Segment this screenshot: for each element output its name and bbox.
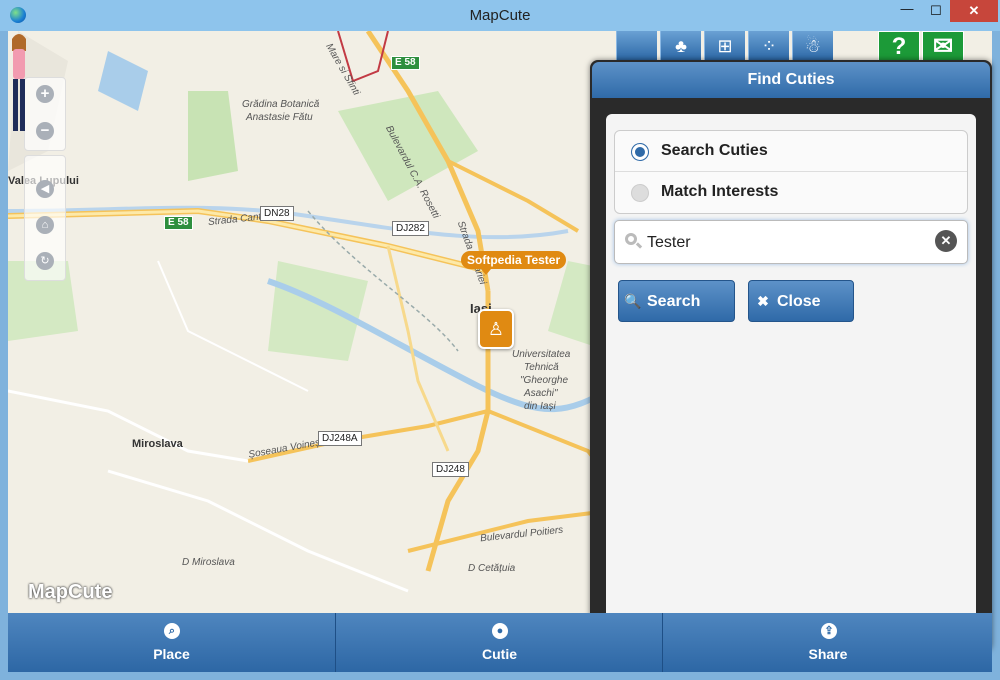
minimize-button[interactable]: — bbox=[890, 0, 924, 22]
road-shield-dn28: DN28 bbox=[260, 206, 294, 221]
close-icon: ✖ bbox=[757, 293, 769, 309]
zoom-in-button[interactable]: + bbox=[36, 85, 54, 103]
search-input[interactable] bbox=[645, 231, 929, 255]
radio-label: Search Cuties bbox=[661, 142, 768, 159]
panel-body: Search Cuties Match Interests ✕ 🔍 Search … bbox=[606, 114, 976, 630]
road-shield-e58-west: E 58 bbox=[164, 216, 193, 230]
android-icon[interactable]: ♣ bbox=[660, 31, 701, 61]
close-button-label: Close bbox=[777, 293, 821, 310]
map-label-univ5: din Iași bbox=[524, 401, 556, 412]
search-button[interactable]: 🔍 Search bbox=[618, 280, 735, 322]
share-icon: ⇪ bbox=[821, 623, 837, 639]
radio-label: Match Interests bbox=[661, 183, 779, 200]
map-label-gradina2: Anastasie Fătu bbox=[246, 112, 313, 123]
map-label-miroslava: Miroslava bbox=[132, 438, 183, 450]
cutie-marker-icon[interactable]: ♙ bbox=[478, 309, 514, 349]
map-label-gradina: Grădina Botanică bbox=[242, 99, 320, 110]
road-shield-dj282: DJ282 bbox=[392, 221, 429, 236]
blackberry-icon[interactable]: ⁘ bbox=[748, 31, 789, 61]
zoom-out-button[interactable]: − bbox=[36, 122, 54, 140]
window-frame-left bbox=[0, 31, 8, 680]
search-icon: 🔍 bbox=[624, 293, 642, 309]
window-title: MapCute bbox=[469, 7, 531, 24]
road-shield-dj248a: DJ248A bbox=[318, 431, 362, 446]
home-icon[interactable]: ⌂ bbox=[36, 216, 54, 234]
radio-match-interests[interactable]: Match Interests bbox=[615, 172, 967, 212]
cutie-person-icon: ● bbox=[492, 623, 508, 639]
search-icon bbox=[625, 233, 637, 245]
refresh-icon[interactable]: ↻ bbox=[36, 252, 54, 270]
window-frame-right bbox=[992, 31, 1000, 680]
road-shield-e58-north: E 58 bbox=[391, 56, 420, 70]
radio-selected-icon bbox=[631, 143, 649, 161]
tab-cutie[interactable]: ● Cutie bbox=[335, 613, 663, 672]
maximize-button[interactable]: ☐ bbox=[924, 0, 948, 22]
tab-label: Share bbox=[808, 646, 848, 662]
map-label-univ1: Universitatea bbox=[512, 349, 571, 360]
road-shield-dj248: DJ248 bbox=[432, 462, 469, 477]
find-cuties-panel: Find Cuties Search Cuties Match Interest… bbox=[590, 60, 992, 652]
mapcute-watermark: MapCute bbox=[28, 581, 113, 603]
search-field: ✕ bbox=[614, 220, 968, 264]
map-label-univ2: Tehnică bbox=[524, 362, 559, 373]
zoom-control: + − bbox=[24, 77, 66, 151]
search-button-label: Search bbox=[647, 293, 701, 310]
close-button[interactable]: ✕ bbox=[950, 0, 998, 22]
tab-share[interactable]: ⇪ Share bbox=[662, 613, 993, 672]
cutie-avatar-icon[interactable] bbox=[8, 31, 30, 136]
map-label-d-miroslava: D Miroslava bbox=[182, 557, 235, 568]
tab-label: Place bbox=[153, 646, 190, 662]
place-search-icon: ⌕ bbox=[164, 623, 180, 639]
tab-label: Cutie bbox=[482, 646, 517, 662]
panel-title: Find Cuties bbox=[592, 62, 990, 98]
bottom-tab-bar: ⌕ Place ● Cutie ⇪ Share bbox=[8, 613, 992, 672]
radio-search-cuties[interactable]: Search Cuties bbox=[615, 131, 967, 172]
title-bar: MapCute — ☐ ✕ bbox=[0, 0, 1000, 31]
windows-icon[interactable]: ⊞ bbox=[704, 31, 745, 61]
clear-search-button[interactable]: ✕ bbox=[935, 230, 957, 252]
linux-icon[interactable]: ☃ bbox=[792, 31, 833, 61]
radio-unselected-icon bbox=[631, 184, 649, 202]
user-callout[interactable]: Softpedia Tester bbox=[461, 251, 567, 275]
apple-icon[interactable] bbox=[616, 31, 657, 61]
map-label-univ4: Asachi" bbox=[524, 388, 558, 399]
navigation-control: ◀ ⌂ ↻ bbox=[24, 155, 66, 281]
map-label-univ3: "Gheorghe bbox=[520, 375, 569, 386]
close-panel-button[interactable]: ✖ Close bbox=[748, 280, 854, 322]
back-icon[interactable]: ◀ bbox=[36, 180, 54, 198]
map-label-cetatuia: D Cetățuia bbox=[468, 563, 516, 574]
search-mode-radio-group: Search Cuties Match Interests bbox=[614, 130, 968, 214]
tab-place[interactable]: ⌕ Place bbox=[8, 613, 335, 672]
